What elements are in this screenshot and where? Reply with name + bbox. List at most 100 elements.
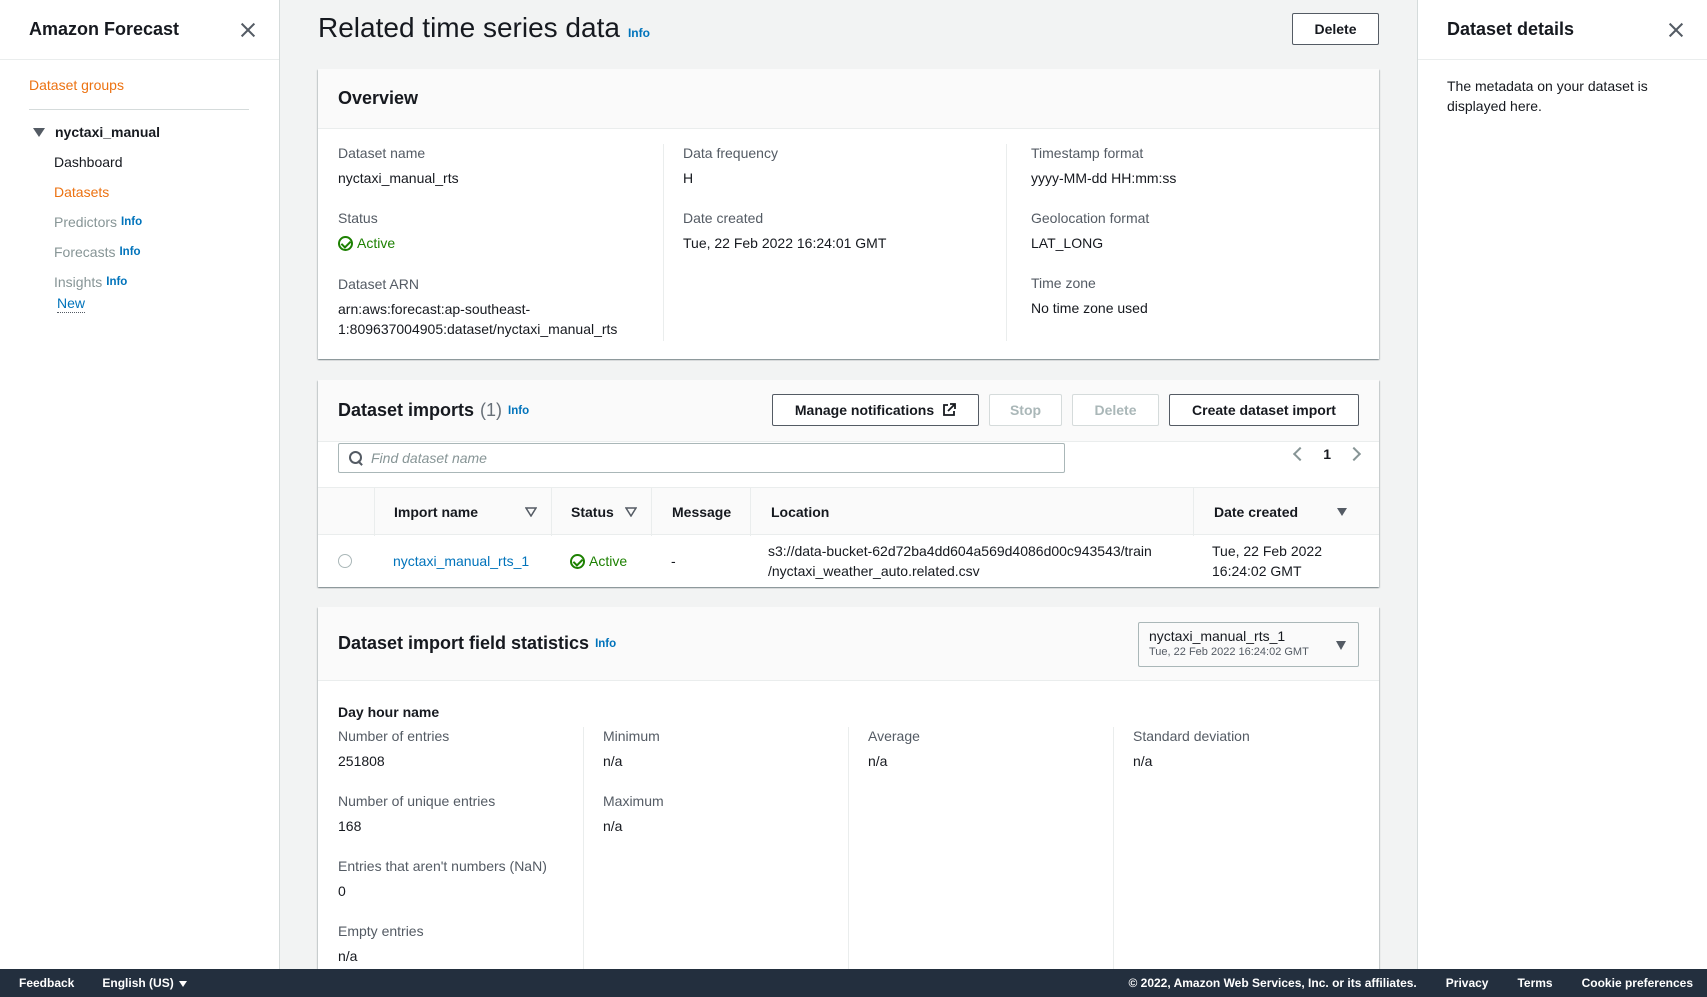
location-line: /nyctaxi_weather_auto.related.csv <box>768 563 980 579</box>
status-text: Active <box>589 553 628 569</box>
column-header-location: Location <box>750 488 1193 536</box>
location-cell: s3://data-bucket-62d72ba4dd604a569d4086d… <box>768 535 1152 587</box>
nav-item-dashboard[interactable]: Dashboard <box>54 154 123 170</box>
help-panel-header: Dataset details <box>1418 0 1707 60</box>
table-row[interactable]: nyctaxi_manual_rts_1 Active - s3://data-… <box>318 535 1379 587</box>
nav-item-forecasts[interactable]: Forecasts Info <box>54 244 141 260</box>
nav-group-toggle[interactable]: nyctaxi_manual <box>33 124 160 140</box>
column-header-status[interactable]: Status <box>551 488 651 536</box>
stats-column-4: Standard deviation n/a <box>1113 727 1356 969</box>
copyright-text: © 2022, Amazon Web Services, Inc. or its… <box>1128 976 1417 990</box>
info-link[interactable]: Info <box>121 216 142 228</box>
imports-table: Import name Status Message Location Date… <box>318 487 1379 587</box>
feedback-link[interactable]: Feedback <box>19 976 74 990</box>
geolocation-format-label: Geolocation format <box>1031 210 1150 226</box>
date-created-value: Tue, 22 Feb 2022 16:24:01 GMT <box>683 235 887 251</box>
help-panel: Dataset details The metadata on your dat… <box>1417 0 1707 969</box>
nav-item-label: Insights <box>54 274 103 290</box>
average-label: Average <box>868 728 920 744</box>
info-link[interactable]: Info <box>508 405 529 417</box>
date-line: Tue, 22 Feb 2022 <box>1212 543 1323 559</box>
previous-page-icon[interactable] <box>1293 446 1308 462</box>
delete-import-button[interactable]: Delete <box>1072 394 1159 426</box>
manage-notifications-button[interactable]: Manage notifications <box>772 394 979 426</box>
timestamp-format-label: Timestamp format <box>1031 145 1144 161</box>
next-page-icon[interactable] <box>1346 446 1362 462</box>
nav-item-insights[interactable]: Insights Info <box>54 274 127 290</box>
nav-group-label: nyctaxi_manual <box>55 124 161 140</box>
import-select-name: nyctaxi_manual_rts_1 <box>1149 628 1286 644</box>
dataset-name-label: Dataset name <box>338 145 426 161</box>
column-header-label: Date created <box>1214 504 1299 520</box>
geolocation-format-value: LAT_LONG <box>1031 235 1104 251</box>
dataset-arn-label: Dataset ARN <box>338 275 419 292</box>
main-content: Related time series data Info Delete Ove… <box>281 0 1417 969</box>
close-panel-icon[interactable] <box>1667 21 1685 39</box>
unique-entries-label: Number of unique entries <box>338 793 496 809</box>
status-badge: Active <box>338 233 395 253</box>
nav-item-label: Datasets <box>54 184 110 200</box>
close-nav-icon[interactable] <box>239 21 257 39</box>
column-header-message: Message <box>651 488 750 536</box>
column-header-import-name[interactable]: Import name <box>374 488 551 536</box>
page-title: Related time series data <box>318 12 620 43</box>
field-statistics-card: Dataset import field statistics Info nyc… <box>318 607 1379 969</box>
row-radio[interactable] <box>338 554 352 568</box>
pagination: 1 <box>1293 446 1362 462</box>
create-dataset-import-button[interactable]: Create dataset import <box>1169 394 1359 426</box>
info-link[interactable]: Info <box>119 246 140 258</box>
empty-entries-value: n/a <box>338 948 358 964</box>
cookie-preferences-link[interactable]: Cookie preferences <box>1582 976 1693 990</box>
language-selector[interactable]: English (US) <box>102 976 187 990</box>
page-header: Related time series data Info <box>318 12 650 44</box>
external-link-icon <box>942 403 957 417</box>
overview-column-3: Timestamp format yyyy-MM-dd HH:mm:ss Geol… <box>1006 144 1336 341</box>
entries-label: Number of entries <box>338 728 450 744</box>
imports-actions: Manage notifications Stop Delete Create … <box>772 394 1359 426</box>
caret-down-icon <box>1336 641 1346 650</box>
time-zone-value: No time zone used <box>1031 300 1148 316</box>
stats-column-3: Average n/a <box>848 727 1091 969</box>
terms-link[interactable]: Terms <box>1517 976 1552 990</box>
footer-right: © 2022, Amazon Web Services, Inc. or its… <box>1128 976 1693 990</box>
stats-column-1: Number of entries 251808 Number of unique… <box>338 727 581 969</box>
arn-line: arn:aws:forecast:ap-southeast- <box>338 300 531 317</box>
check-circle-icon <box>570 553 585 569</box>
stop-button[interactable]: Stop <box>989 394 1062 426</box>
overview-card: Overview Dataset name nyctaxi_manual_rts … <box>318 69 1379 359</box>
column-header-label: Message <box>672 504 732 520</box>
info-link[interactable]: Info <box>628 26 650 40</box>
nav-item-predictors[interactable]: Predictors Info <box>54 214 142 230</box>
table-header: Import name Status Message Location Date… <box>318 487 1379 536</box>
dataset-imports-heading: Dataset imports <box>338 400 475 420</box>
caret-down-icon <box>178 980 187 987</box>
empty-entries-label: Empty entries <box>338 923 424 939</box>
status-badge: Active <box>570 535 627 587</box>
current-page[interactable]: 1 <box>1323 446 1331 462</box>
check-circle-icon <box>338 235 353 251</box>
side-navigation: Amazon Forecast Dataset groups nyctaxi_m… <box>0 0 280 969</box>
console-footer: Feedback English (US) © 2022, Amazon Web… <box>0 969 1707 997</box>
sort-icon <box>625 507 637 517</box>
info-link[interactable]: Info <box>106 276 127 288</box>
dataset-name-value: nyctaxi_manual_rts <box>338 170 459 186</box>
overview-column-2: Data frequency H Date created Tue, 22 Feb … <box>663 144 993 341</box>
search-input[interactable] <box>371 450 1064 466</box>
column-header-label: Import name <box>394 504 479 520</box>
info-link[interactable]: Info <box>595 638 616 650</box>
import-select[interactable]: nyctaxi_manual_rts_1 Tue, 22 Feb 2022 16… <box>1138 622 1359 667</box>
import-name-link[interactable]: nyctaxi_manual_rts_1 <box>393 535 529 587</box>
search-field[interactable] <box>338 443 1065 473</box>
nav-item-datasets[interactable]: Datasets <box>54 184 109 200</box>
time-zone-label: Time zone <box>1031 275 1096 291</box>
column-header-date-created[interactable]: Date created <box>1193 488 1379 536</box>
service-title[interactable]: Amazon Forecast <box>29 19 179 40</box>
average-value: n/a <box>868 753 888 769</box>
status-text: Active <box>357 235 396 251</box>
delete-dataset-button[interactable]: Delete <box>1292 13 1379 45</box>
location-line: s3://data-bucket-62d72ba4dd604a569d4086d… <box>768 543 1152 559</box>
nav-dataset-groups[interactable]: Dataset groups <box>29 77 124 93</box>
help-panel-title: Dataset details <box>1447 19 1575 39</box>
privacy-link[interactable]: Privacy <box>1446 976 1489 990</box>
field-title: Day hour name <box>338 704 440 720</box>
